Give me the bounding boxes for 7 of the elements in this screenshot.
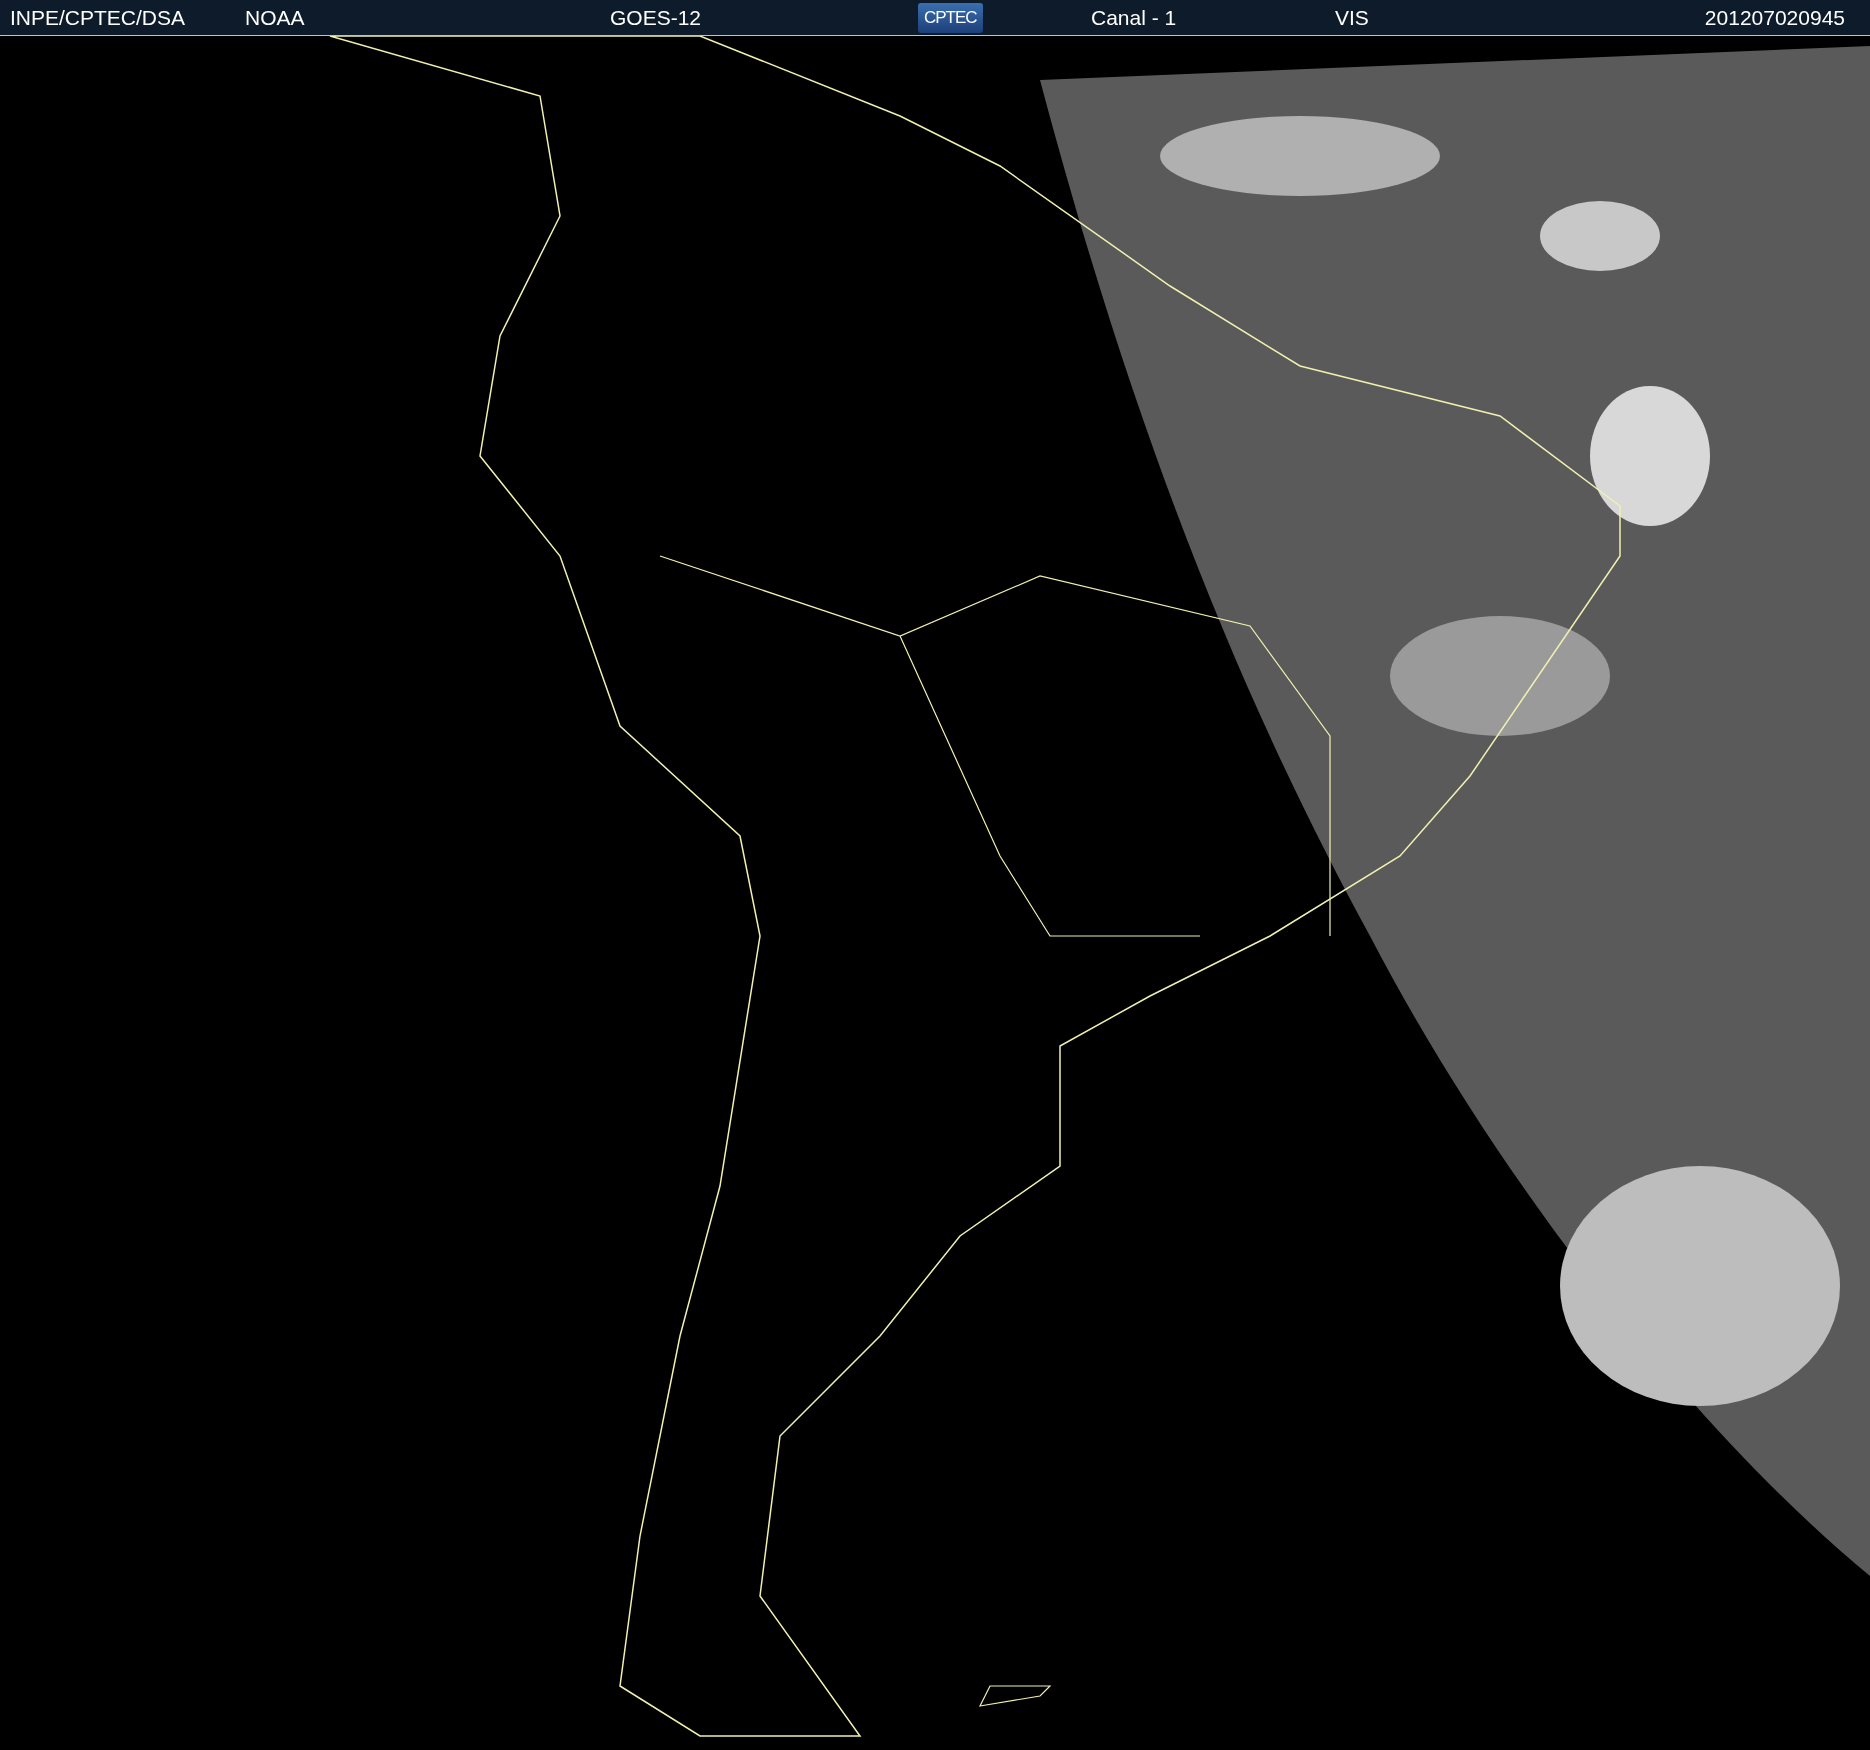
header-label: 201207020945	[1703, 5, 1846, 30]
logo: CPTEC	[918, 2, 983, 33]
header-label: INPE/CPTEC/DSA	[9, 5, 186, 30]
header-label: VIS	[1334, 5, 1369, 30]
header-label: GOES-12	[609, 5, 702, 30]
header-label: Canal - 1	[1090, 5, 1177, 30]
header-label: NOAA	[244, 5, 305, 30]
